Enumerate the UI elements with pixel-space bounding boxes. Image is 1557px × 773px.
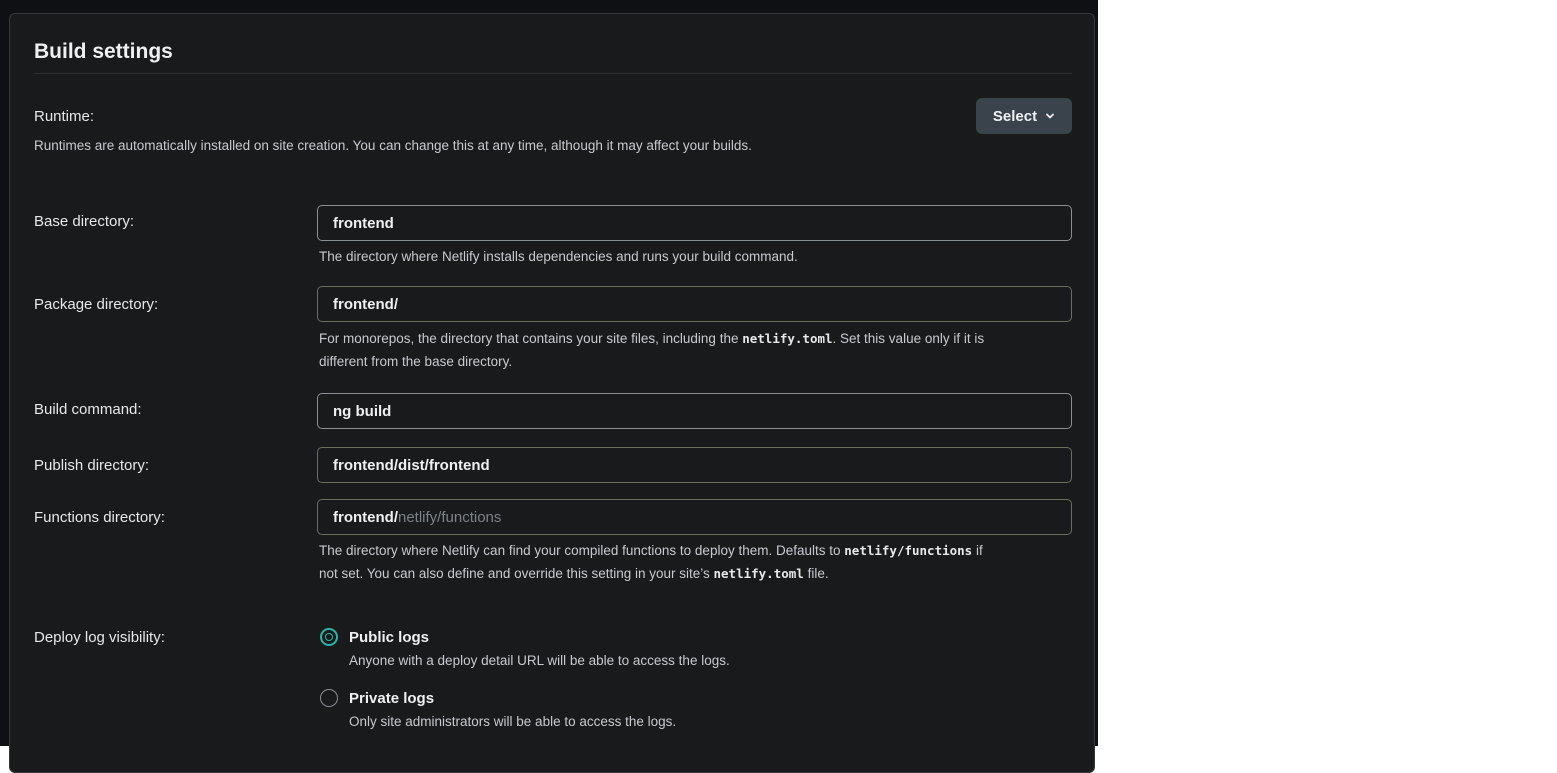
functions-directory-help-code-2: netlify.toml — [713, 566, 804, 581]
section-title: Build settings — [34, 40, 173, 63]
deploy-log-label: Deploy log visibility: — [34, 629, 165, 646]
publish-directory-label: Publish directory: — [34, 457, 150, 474]
private-logs-label[interactable]: Private logs — [349, 690, 434, 707]
chevron-down-icon — [1046, 113, 1054, 119]
package-directory-label: Package directory: — [34, 296, 159, 313]
private-logs-description: Only site administrators will be able to… — [349, 714, 677, 729]
functions-directory-help: The directory where Netlify can find you… — [319, 539, 999, 585]
base-directory-field[interactable] — [317, 205, 1072, 241]
publish-directory-input[interactable] — [333, 456, 1071, 474]
public-logs-radio[interactable] — [320, 628, 338, 646]
private-logs-radio[interactable] — [320, 689, 338, 707]
runtime-select-button[interactable]: Select — [976, 98, 1072, 134]
runtime-select-label: Select — [992, 107, 1038, 125]
package-directory-input[interactable] — [333, 295, 1071, 313]
title-divider — [34, 73, 1072, 74]
functions-directory-label: Functions directory: — [34, 509, 165, 526]
package-directory-field[interactable] — [317, 286, 1072, 322]
functions-directory-input[interactable] — [398, 508, 1071, 526]
build-command-field[interactable] — [317, 393, 1072, 429]
package-directory-help-code: netlify.toml — [742, 331, 833, 346]
build-command-label: Build command: — [34, 401, 142, 418]
functions-directory-field[interactable]: frontend/ — [317, 499, 1072, 535]
package-directory-help-text-1: For monorepos, the directory that contai… — [319, 331, 743, 346]
runtime-label: Runtime: — [34, 108, 95, 125]
functions-directory-prefix: frontend/ — [333, 508, 398, 526]
functions-directory-help-text-3: file. — [803, 566, 829, 581]
radio-selected-dot — [325, 633, 333, 641]
public-logs-label[interactable]: Public logs — [349, 629, 429, 646]
package-directory-help: For monorepos, the directory that contai… — [319, 327, 999, 373]
build-settings-panel: Build settings Runtime: Runtimes are aut… — [9, 13, 1095, 773]
public-logs-description: Anyone with a deploy detail URL will be … — [349, 653, 730, 668]
build-command-input[interactable] — [333, 402, 1071, 420]
base-directory-input[interactable] — [333, 214, 1071, 232]
runtime-description: Runtimes are automatically installed on … — [34, 138, 752, 153]
base-directory-help: The directory where Netlify installs dep… — [319, 249, 798, 264]
publish-directory-field[interactable] — [317, 447, 1072, 483]
base-directory-label: Base directory: — [34, 213, 135, 230]
functions-directory-help-text-1: The directory where Netlify can find you… — [319, 543, 845, 558]
functions-directory-help-code-1: netlify/functions — [844, 543, 973, 558]
